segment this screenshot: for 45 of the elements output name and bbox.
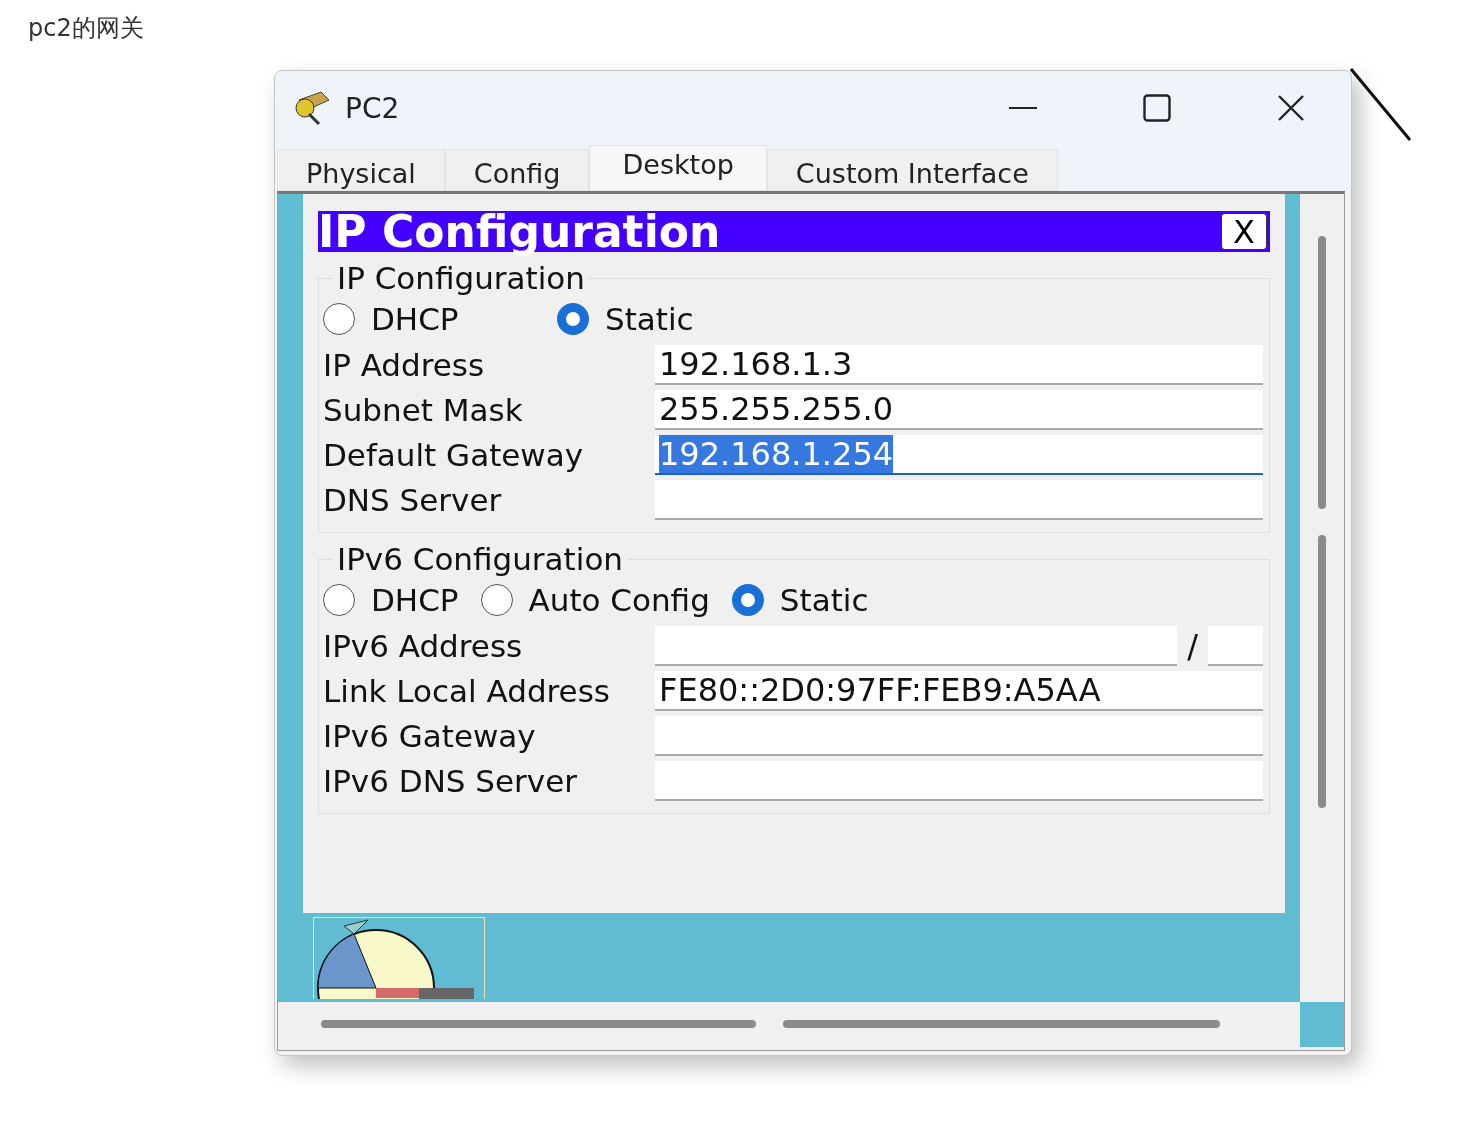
- caption-text: pc2的网关: [27, 13, 145, 44]
- radio-button[interactable]: [323, 303, 355, 335]
- tab[interactable]: Custom Interface: [766, 149, 1058, 191]
- input-field[interactable]: [655, 479, 1263, 520]
- maximize-icon: [1143, 94, 1171, 122]
- input-field[interactable]: [655, 715, 1263, 756]
- radio-label: DHCP: [371, 582, 459, 618]
- field-label: DNS Server: [323, 481, 503, 518]
- radio-button[interactable]: [731, 584, 764, 616]
- radio-label: Static: [605, 301, 694, 337]
- tab[interactable]: Desktop: [589, 145, 767, 191]
- scrollbar-thumb[interactable]: [1318, 236, 1326, 509]
- minimize-icon: [1009, 106, 1037, 110]
- field-label: IPv6 DNS Server: [323, 762, 578, 799]
- field-label: IP Address: [323, 346, 486, 383]
- window-title: PC2: [345, 91, 401, 125]
- field-label: Default Gateway: [323, 436, 585, 473]
- field-label: IPv6 Gateway: [323, 717, 537, 754]
- scrollbar-corner: [1300, 1002, 1344, 1047]
- radio-label: Static: [779, 582, 869, 618]
- close-button[interactable]: X: [1221, 213, 1267, 250]
- radio-button[interactable]: [557, 303, 589, 335]
- prefix-field[interactable]: [1208, 625, 1263, 666]
- tab[interactable]: Config: [444, 149, 590, 191]
- field-label: Link Local Address: [323, 672, 611, 709]
- input-field[interactable]: [655, 760, 1263, 801]
- radio-label: Auto Config: [528, 582, 710, 618]
- radio-button[interactable]: [480, 584, 513, 616]
- input-field[interactable]: FE80::2D0:97FF:FEB9:A5AA: [655, 670, 1263, 711]
- input-field[interactable]: [655, 625, 1178, 666]
- field-label: IPv6 Address: [323, 627, 524, 664]
- radio-label: DHCP: [371, 301, 459, 337]
- tab[interactable]: Physical: [277, 149, 445, 191]
- input-field[interactable]: 192.168.1.3: [655, 344, 1263, 385]
- scrollbar-thumb[interactable]: [783, 1020, 1220, 1028]
- separator-text: /: [1186, 626, 1199, 665]
- close-icon: [1277, 94, 1305, 122]
- input-field[interactable]: 255.255.255.0: [655, 389, 1263, 430]
- group-title: IP Configuration: [336, 260, 586, 296]
- scrollbar-thumb[interactable]: [1318, 535, 1326, 808]
- radio-button[interactable]: [323, 584, 355, 616]
- input-field[interactable]: 192.168.1.254: [655, 434, 1263, 475]
- group-title: IPv6 Configuration: [336, 541, 624, 577]
- scrollbar-thumb[interactable]: [321, 1020, 756, 1028]
- field-label: Subnet Mask: [323, 391, 524, 428]
